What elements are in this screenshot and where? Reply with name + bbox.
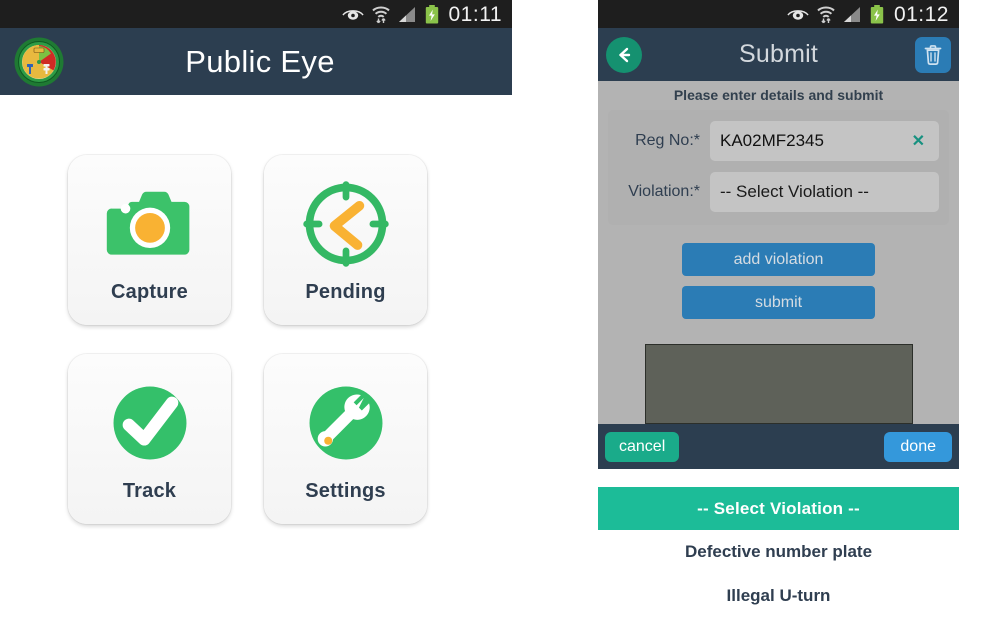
- violation-row: Violation:* -- Select Violation --: [618, 172, 939, 212]
- reg-no-value: KA02MF2345: [720, 131, 824, 150]
- wrench-circle-icon: [309, 386, 382, 460]
- reg-no-input[interactable]: KA02MF2345 ✕: [710, 121, 939, 161]
- tile-pending[interactable]: Pending: [264, 155, 427, 325]
- eye-off-icon: [787, 10, 809, 20]
- tile-label: Capture: [111, 281, 188, 303]
- battery-charging-icon: [870, 4, 884, 23]
- back-button[interactable]: [606, 36, 642, 73]
- form-card: Reg No:* KA02MF2345 ✕ Violation:* -- Sel…: [608, 110, 949, 225]
- clock-icon: [302, 181, 389, 267]
- violation-select[interactable]: -- Select Violation --: [710, 172, 939, 212]
- tile-capture[interactable]: Capture: [68, 155, 231, 325]
- bottom-action-bar: cancel done: [598, 424, 959, 469]
- delete-button[interactable]: [915, 36, 951, 73]
- trash-icon: [924, 44, 942, 65]
- left-phone-screen: 01:11 Public Eye Capture Pending Track S…: [0, 0, 512, 632]
- wifi-icon: [371, 6, 390, 23]
- tile-row-2: Track Settings: [68, 354, 444, 524]
- left-status-bar: 01:11: [0, 0, 512, 28]
- dropdown-item[interactable]: Illegal U-turn: [598, 574, 959, 618]
- page-title: Public Eye: [185, 43, 335, 79]
- arrow-left-icon: [619, 47, 631, 62]
- check-circle-icon: [113, 386, 186, 460]
- form-buttons: add violation submit: [598, 243, 959, 319]
- tile-track[interactable]: Track: [68, 354, 231, 524]
- cancel-button[interactable]: cancel: [605, 431, 680, 462]
- right-phone-screen: 01:12 Submit Please enter details and su…: [598, 0, 959, 632]
- screenshot-root: 01:11 Public Eye Capture Pending Track S…: [0, 0, 982, 632]
- department-emblem-icon: [14, 37, 64, 86]
- clear-reg-no-button[interactable]: ✕: [908, 131, 929, 151]
- wifi-icon: [817, 6, 835, 23]
- eye-off-icon: [341, 10, 364, 20]
- camera-icon: [106, 191, 189, 255]
- tile-label: Pending: [305, 281, 386, 303]
- tile-settings[interactable]: Settings: [264, 354, 427, 524]
- right-app-bar: Submit: [598, 28, 959, 81]
- status-clock: 01:12: [893, 2, 949, 26]
- reg-no-row: Reg No:* KA02MF2345 ✕: [618, 121, 939, 161]
- reg-no-label: Reg No:*: [635, 132, 700, 149]
- right-status-bar: 01:12: [598, 0, 959, 28]
- tile-label: Settings: [305, 480, 386, 502]
- page-title: Submit: [738, 40, 818, 68]
- dropdown-header: -- Select Violation --: [598, 487, 959, 530]
- violation-label: Violation:*: [628, 183, 700, 200]
- battery-charging-icon: [425, 4, 438, 23]
- home-tile-grid: Capture Pending Track Settings: [68, 155, 444, 553]
- tile-row-1: Capture Pending: [68, 155, 444, 325]
- add-violation-button[interactable]: add violation: [682, 243, 875, 276]
- status-clock: 01:11: [448, 2, 502, 26]
- tile-label: Track: [122, 480, 177, 502]
- photo-preview[interactable]: [645, 344, 913, 424]
- violation-dropdown: -- Select Violation -- Defective number …: [598, 487, 959, 618]
- violation-value: -- Select Violation --: [720, 182, 869, 201]
- submit-button[interactable]: submit: [682, 286, 875, 319]
- dropdown-item[interactable]: Defective number plate: [598, 530, 959, 574]
- signal-icon: [843, 6, 860, 22]
- left-app-bar: Public Eye: [0, 28, 512, 95]
- done-button[interactable]: done: [884, 431, 952, 462]
- form-hint: Please enter details and submit: [673, 86, 884, 103]
- signal-icon: [398, 6, 415, 22]
